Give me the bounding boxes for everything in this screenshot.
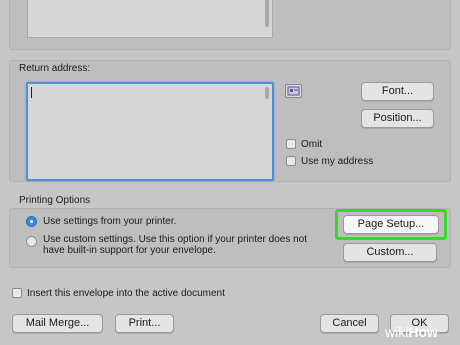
font-button[interactable]: Font... xyxy=(361,82,434,101)
return-address-textarea[interactable] xyxy=(26,82,274,181)
cancel-button[interactable]: Cancel xyxy=(320,314,379,333)
mail-merge-button[interactable]: Mail Merge... xyxy=(12,314,103,333)
omit-label: Omit xyxy=(301,139,323,150)
address-book-icon[interactable] xyxy=(285,84,302,98)
custom-button[interactable]: Custom... xyxy=(343,243,437,262)
use-my-address-label: Use my address xyxy=(301,156,374,167)
use-printer-settings-radio[interactable] xyxy=(26,216,37,227)
wikihow-watermark: wikiHow xyxy=(385,324,438,340)
use-my-address-checkbox[interactable] xyxy=(286,156,296,166)
print-button[interactable]: Print... xyxy=(115,314,174,333)
position-button[interactable]: Position... xyxy=(361,109,434,128)
insert-envelope-label: Insert this envelope into the active doc… xyxy=(27,288,225,299)
delivery-address-scrollbar[interactable] xyxy=(265,0,269,27)
text-cursor xyxy=(31,87,32,98)
delivery-address-textarea[interactable] xyxy=(27,0,273,38)
page-setup-button[interactable]: Page Setup... xyxy=(343,215,439,234)
use-printer-settings-label: Use settings from your printer. xyxy=(43,216,177,227)
use-custom-settings-label-line1: Use custom settings. Use this option if … xyxy=(43,234,308,245)
insert-envelope-checkbox[interactable] xyxy=(12,288,22,298)
omit-checkbox[interactable] xyxy=(286,139,296,149)
use-custom-settings-radio[interactable] xyxy=(26,236,37,247)
return-address-label: Return address: xyxy=(19,63,91,74)
printing-options-label: Printing Options xyxy=(19,195,91,206)
use-custom-settings-label-line2: have built-in support for your envelope. xyxy=(43,245,216,256)
return-address-scrollbar[interactable] xyxy=(265,87,269,99)
